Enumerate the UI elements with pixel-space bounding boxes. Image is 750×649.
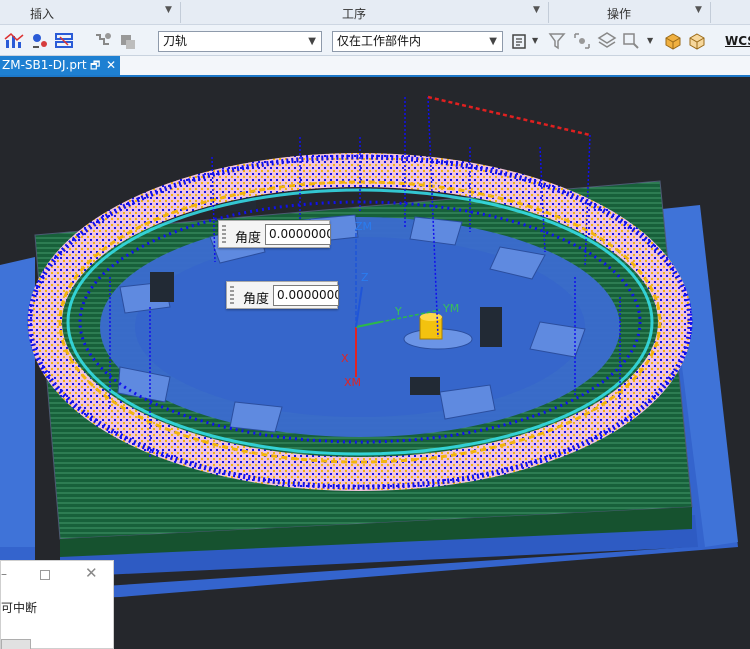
create-geometry-icon[interactable] bbox=[54, 31, 74, 51]
type-filter-dropdown[interactable]: 刀轨 ▼ bbox=[158, 31, 322, 52]
create-tool-icon[interactable] bbox=[30, 31, 50, 51]
ribbon: 插入 ▼ 工序 ▼ 操作 ▼ 刀轨 ▼ 仅在工作部件内 ▼ ▼ ▼ WC bbox=[0, 0, 750, 56]
pin-icon[interactable]: 🗗 bbox=[90, 56, 100, 75]
group-separator bbox=[710, 2, 711, 23]
axis-label-y: Y bbox=[394, 305, 402, 318]
drag-handle-icon[interactable] bbox=[222, 225, 226, 243]
create-program-icon[interactable] bbox=[4, 31, 24, 51]
create-method-icon[interactable] bbox=[93, 31, 113, 51]
group-separator bbox=[548, 2, 549, 23]
group-separator bbox=[180, 2, 181, 23]
scope-filter-dropdown[interactable]: 仅在工作部件内 ▼ bbox=[332, 31, 503, 52]
replay-toolpath-icon[interactable] bbox=[572, 31, 592, 51]
dialog-message: 可中断 bbox=[1, 601, 38, 615]
create-operation-icon[interactable] bbox=[117, 31, 137, 51]
angle-input-box-2: 角度 0.0000000 bbox=[226, 281, 339, 309]
wcs-button[interactable]: WCS bbox=[725, 34, 750, 48]
group-operation-expand-icon[interactable]: ▼ bbox=[533, 5, 540, 15]
axis-label-zm: ZM bbox=[355, 220, 372, 233]
generate-toolpath-icon[interactable] bbox=[547, 31, 567, 51]
chevron-down-icon: ▼ bbox=[308, 36, 316, 47]
workpiece-icon[interactable] bbox=[663, 31, 683, 51]
scope-filter-value: 仅在工作部件内 bbox=[337, 34, 422, 48]
group-label-action[interactable]: 操作 bbox=[607, 5, 631, 22]
axis-label-x: X bbox=[341, 352, 349, 365]
maximize-icon[interactable] bbox=[40, 570, 50, 580]
ipw-icon[interactable] bbox=[687, 31, 707, 51]
angle-label: 角度 bbox=[243, 292, 270, 307]
simulate-dropdown-icon[interactable]: ▼ bbox=[647, 36, 653, 45]
ribbon-group-row: 插入 ▼ 工序 ▼ 操作 ▼ bbox=[0, 0, 750, 25]
group-action-expand-icon[interactable]: ▼ bbox=[695, 5, 702, 15]
rapid-move-line bbox=[427, 95, 591, 137]
dialog-button[interactable] bbox=[1, 639, 31, 649]
close-icon[interactable]: ✕ bbox=[106, 56, 116, 75]
group-insert-expand-icon[interactable]: ▼ bbox=[165, 5, 172, 15]
progress-dialog: – ✕ 可中断 bbox=[0, 560, 114, 649]
axis-label-ym: YM bbox=[442, 302, 459, 315]
axis-label-xm: XM bbox=[344, 376, 361, 389]
close-icon[interactable]: ✕ bbox=[85, 564, 98, 582]
document-tab-title: ZM-SB1-DJ.prt bbox=[2, 58, 87, 72]
drag-handle-icon[interactable] bbox=[230, 286, 234, 304]
angle-input-field[interactable]: 0.0000000 bbox=[265, 224, 331, 245]
document-tab[interactable]: ZM-SB1-DJ.prt 🗗 ✕ bbox=[0, 56, 120, 75]
ribbon-tool-row: 刀轨 ▼ 仅在工作部件内 ▼ ▼ ▼ WCS bbox=[0, 26, 750, 56]
verify-toolpath-icon[interactable] bbox=[597, 31, 617, 51]
minimize-icon[interactable]: – bbox=[1, 567, 7, 581]
type-filter-value: 刀轨 bbox=[163, 34, 188, 48]
fixture-plate-edge bbox=[0, 257, 35, 547]
display-list-dropdown-icon[interactable]: ▼ bbox=[532, 36, 538, 45]
axis-label-z: Z bbox=[361, 271, 369, 284]
document-tab-strip: ZM-SB1-DJ.prt 🗗 ✕ bbox=[0, 56, 750, 77]
display-list-icon[interactable] bbox=[510, 31, 530, 51]
angle-label: 角度 bbox=[235, 231, 262, 246]
angle-input-box-1: 角度 0.0000000 bbox=[218, 220, 331, 248]
angle-input-field[interactable]: 0.0000000 bbox=[273, 285, 339, 306]
group-label-insert[interactable]: 插入 bbox=[30, 5, 54, 22]
group-label-operation[interactable]: 工序 bbox=[342, 5, 366, 22]
simulate-machine-icon[interactable] bbox=[621, 31, 641, 51]
chevron-down-icon: ▼ bbox=[489, 36, 497, 47]
